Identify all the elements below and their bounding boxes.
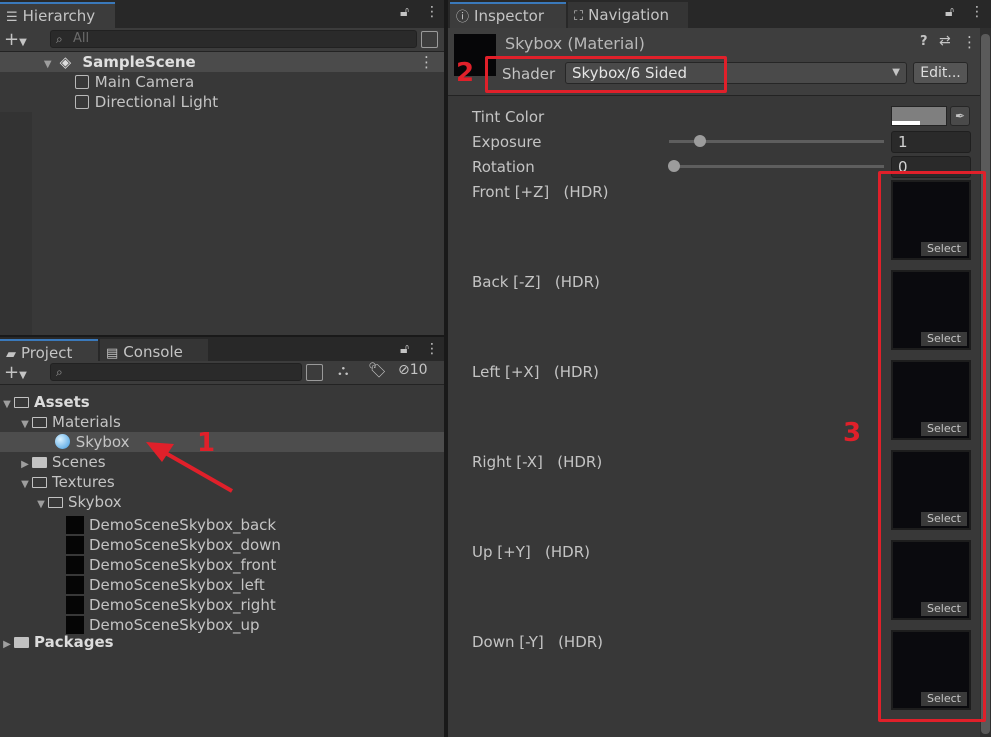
project-panel: ▰ Project ▤ Console 🔓︎ ⋮ +▼ ⌕ ⛬ 🏷︎ ⊘10 ▼ As… [0, 337, 444, 737]
texture-item[interactable]: DemoSceneSkybox_up [0, 612, 444, 634]
lock-icon[interactable]: 🔓︎ [400, 4, 409, 20]
scene-row[interactable]: ▼ ◈ SampleScene ⋮ [0, 52, 444, 72]
navigation-icon: ⛶ [574, 9, 584, 24]
rotation-label: Rotation [472, 158, 535, 176]
texture-item[interactable]: DemoSceneSkybox_front [0, 552, 444, 574]
annotation-callout-3: 3 [843, 418, 862, 448]
texture-label-up: Up [+Y] (HDR) [472, 543, 590, 561]
create-add-icon[interactable]: +▼ [4, 362, 27, 383]
filter-by-type-icon[interactable]: ⛬ [338, 361, 349, 379]
lock-icon[interactable]: 🔓︎ [400, 341, 409, 357]
eye-slash-icon: ⊘ [398, 362, 410, 378]
folder-open-icon [14, 397, 29, 408]
texture-item[interactable]: DemoSceneSkybox_left [0, 572, 444, 594]
hierarchy-panel: ☰ Hierarchy 🔓︎ ⋮ +▼ ⌕ All ▼ ◈ SampleScene… [0, 0, 444, 335]
annotation-callout-2: 2 [456, 58, 475, 88]
more-menu-icon[interactable]: ⋮ [425, 341, 439, 357]
annotation-box-3 [878, 171, 986, 722]
annotation-callout-1: 1 [197, 428, 216, 458]
hidden-packages-toggle[interactable]: ⊘10 [398, 362, 428, 378]
texture-label-right: Right [-X] (HDR) [472, 453, 603, 471]
tree-item-assets[interactable]: ▼ Assets [0, 392, 444, 412]
inspector-tabbar: ⓘ Inspector ⛶ Navigation 🔓︎ ⋮ [448, 0, 991, 28]
texture-label-back: Back [-Z] (HDR) [472, 273, 600, 291]
folder-open-icon [32, 417, 47, 428]
rotation-slider-thumb[interactable] [668, 160, 680, 172]
folder-open-icon [32, 477, 47, 488]
project-search-input[interactable]: ⌕ [50, 363, 302, 381]
tree-item-materials[interactable]: ▼ Materials [0, 412, 444, 432]
texture-label-front: Front [+Z] (HDR) [472, 183, 609, 201]
texture-item[interactable]: DemoSceneSkybox_right [0, 592, 444, 614]
scene-more-icon[interactable]: ⋮ [419, 52, 434, 72]
exposure-field[interactable]: 1 [891, 131, 971, 153]
lock-icon[interactable]: 🔓︎ [945, 4, 954, 20]
tab-inspector[interactable]: ⓘ Inspector [450, 2, 566, 28]
tint-alpha-bar [892, 121, 920, 125]
edit-shader-button[interactable]: Edit... [913, 62, 968, 84]
annotation-arrow-1 [146, 442, 233, 493]
tint-color-swatch[interactable] [891, 106, 947, 126]
search-icon: ⌕ [56, 365, 63, 379]
texture-item[interactable]: DemoSceneSkybox_back [0, 512, 444, 534]
gameobject-cube-icon [74, 95, 89, 109]
preset-settings-icon[interactable]: ⇄ [939, 33, 951, 49]
hierarchy-list-icon: ☰ [6, 10, 18, 25]
hierarchy-toolbar: +▼ ⌕ All [0, 28, 444, 52]
hierarchy-search-input[interactable]: ⌕ All [50, 30, 417, 48]
search-options-icon[interactable] [306, 364, 323, 381]
hierarchy-item-main-camera[interactable]: Main Camera [0, 72, 444, 92]
more-menu-icon[interactable]: ⋮ [425, 4, 439, 20]
tab-navigation[interactable]: ⛶ Navigation [568, 2, 688, 28]
info-icon: ⓘ [456, 10, 470, 25]
search-icon: ⌕ [56, 32, 63, 46]
exposure-label: Exposure [472, 133, 542, 151]
material-title: Skybox (Material) [505, 34, 645, 53]
exposure-slider-thumb[interactable] [694, 135, 706, 147]
tree-item-packages[interactable]: ▶ Packages [0, 632, 444, 652]
rotation-slider-track[interactable] [669, 165, 884, 168]
collapse-arrow-icon[interactable]: ▶ [0, 635, 14, 655]
hierarchy-tabbar: ☰ Hierarchy 🔓︎ ⋮ [0, 0, 444, 28]
more-menu-icon[interactable]: ⋮ [970, 4, 984, 20]
scene-name: SampleScene [82, 53, 196, 71]
hierarchy-left-gutter [0, 112, 32, 335]
material-sphere-icon [54, 434, 70, 449]
header-more-icon[interactable]: ⋮ [962, 33, 977, 51]
folder-open-icon [48, 497, 63, 508]
create-add-icon[interactable]: +▼ [4, 29, 27, 50]
eyedropper-icon[interactable]: ✒ [950, 106, 970, 126]
help-icon[interactable]: ? [920, 34, 928, 49]
chevron-down-icon: ▼ [892, 67, 900, 78]
folder-icon [14, 637, 29, 648]
texture-item[interactable]: DemoSceneSkybox_down [0, 532, 444, 554]
texture-label-left: Left [+X] (HDR) [472, 363, 599, 381]
hierarchy-item-directional-light[interactable]: Directional Light [0, 92, 444, 112]
filter-by-label-icon[interactable]: 🏷︎ [368, 361, 387, 379]
search-options-icon[interactable] [421, 31, 438, 48]
texture-label-down: Down [-Y] (HDR) [472, 633, 604, 651]
tint-color-label: Tint Color [472, 108, 545, 126]
annotation-box-2 [485, 56, 727, 93]
arrow-head [146, 442, 174, 462]
unity-scene-icon: ◈ [59, 53, 72, 71]
folder-icon [32, 457, 47, 468]
project-toolbar: +▼ ⌕ ⛬ 🏷︎ ⊘10 [0, 361, 444, 385]
gameobject-cube-icon [74, 75, 89, 89]
tab-hierarchy[interactable]: ☰ Hierarchy [0, 2, 115, 28]
